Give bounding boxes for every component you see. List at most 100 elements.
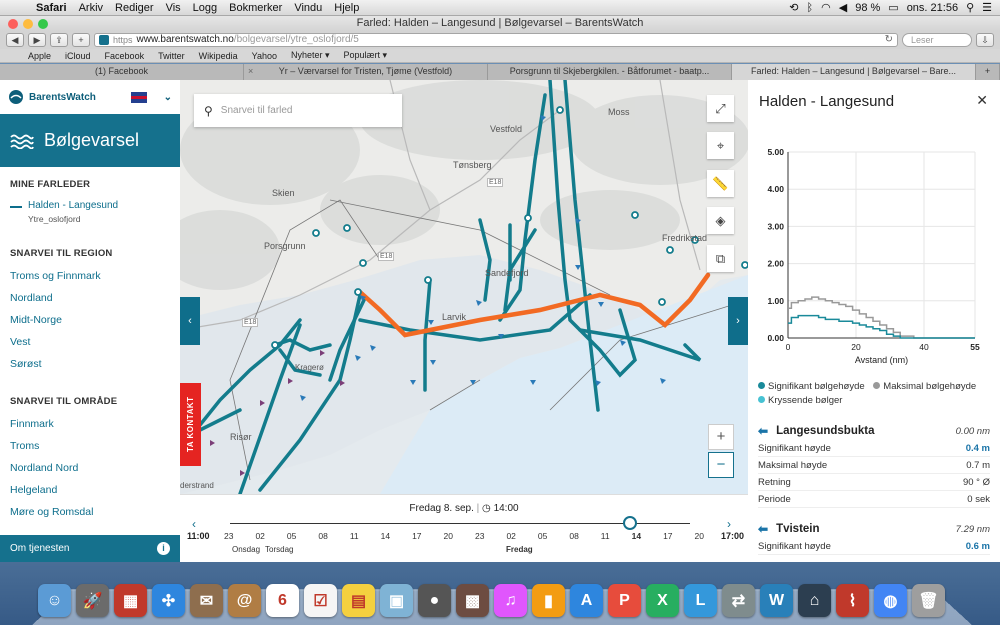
time-tick[interactable]: 11	[350, 531, 359, 541]
previous-time-button[interactable]: ‹	[192, 517, 196, 531]
region-link[interactable]: Sørøst	[0, 358, 180, 370]
wifi-icon[interactable]: ◠	[821, 1, 831, 14]
dock-calendar-icon[interactable]: 6	[266, 584, 299, 617]
map-canvas[interactable]	[180, 80, 748, 494]
dock-lync-icon[interactable]: L	[684, 584, 717, 617]
dock-photo-booth-icon[interactable]: ▦	[114, 584, 147, 617]
map-type-button[interactable]: ⧉	[707, 245, 734, 272]
area-link[interactable]: Troms	[0, 440, 180, 452]
area-link[interactable]: Helgeland	[0, 484, 180, 496]
menu-bokmerker[interactable]: Bokmerker	[223, 2, 288, 14]
time-tick[interactable]: 08	[569, 531, 578, 541]
dock-migration-icon[interactable]: ⇄	[722, 584, 755, 617]
dock-launchpad-icon[interactable]: 🚀	[76, 584, 109, 617]
time-tick[interactable]: 14	[632, 531, 641, 541]
time-tick[interactable]: 02	[506, 531, 515, 541]
bookmark-yahoo[interactable]: Yahoo	[252, 51, 277, 61]
uk-flag-icon[interactable]	[130, 91, 147, 103]
menu-logg[interactable]: Logg	[187, 2, 223, 14]
time-tick[interactable]: 23	[475, 531, 484, 541]
close-window-icon[interactable]	[8, 19, 18, 29]
minimize-window-icon[interactable]	[23, 19, 33, 29]
time-tick[interactable]: 05	[287, 531, 296, 541]
contact-button[interactable]: TA KONTAKT	[180, 383, 201, 466]
time-tick[interactable]: 17	[412, 531, 421, 541]
locate-button[interactable]: ⌖	[707, 132, 734, 159]
zoom-window-icon[interactable]	[38, 19, 48, 29]
dock-acrobat-icon[interactable]: ⌇	[836, 584, 869, 617]
region-link[interactable]: Troms og Finnmark	[0, 270, 180, 282]
time-tick[interactable]: 20	[444, 531, 453, 541]
time-tick[interactable]: 02	[255, 531, 264, 541]
fullscreen-button[interactable]: ⤢	[707, 95, 734, 122]
bookmark-wikipedia[interactable]: Wikipedia	[199, 51, 238, 61]
zoom-out-button[interactable]: −	[708, 452, 734, 478]
battery-icon[interactable]: ▭	[888, 1, 898, 14]
bookmark-populaert[interactable]: Populært ▾	[344, 50, 388, 61]
info-icon[interactable]: i	[157, 542, 170, 555]
bluetooth-icon[interactable]: ᛒ	[807, 2, 814, 14]
menu-vindu[interactable]: Vindu	[288, 2, 328, 14]
reload-icon[interactable]: ↻	[885, 34, 893, 46]
time-tick[interactable]: 05	[538, 531, 547, 541]
route-search-input[interactable]: ⚲ Snarvei til farled	[194, 94, 402, 127]
new-tab-button[interactable]: +	[72, 33, 90, 47]
region-link[interactable]: Midt-Norge	[0, 314, 180, 326]
collapse-left-panel-button[interactable]: ‹	[180, 297, 200, 345]
time-tick[interactable]: 23	[224, 531, 233, 541]
clock[interactable]: ons. 21:56	[907, 2, 958, 14]
next-time-button[interactable]: ›	[727, 517, 731, 531]
dock-ibooks-icon[interactable]: ▮	[532, 584, 565, 617]
tab-baatforum[interactable]: Porsgrunn til Skjebergkilen. - Båtforume…	[488, 64, 732, 80]
dock-app-store-icon[interactable]: A	[570, 584, 603, 617]
time-slider-handle[interactable]	[623, 516, 637, 530]
dock-preview-icon[interactable]: ▣	[380, 584, 413, 617]
favorite-route[interactable]: Halden - Langesund Ytre_oslofjord	[0, 200, 180, 224]
time-tick[interactable]: 08	[318, 531, 327, 541]
about-service-bar[interactable]: Om tjenesten i	[0, 535, 180, 562]
menu-hjelp[interactable]: Hjelp	[328, 2, 365, 14]
add-tab-button[interactable]: +	[976, 64, 1000, 80]
dock-photo-icon[interactable]: ▩	[456, 584, 489, 617]
dock-mail-icon[interactable]: ✉	[190, 584, 223, 617]
area-link[interactable]: Møre og Romsdal	[0, 506, 180, 518]
time-tick[interactable]: 14	[381, 531, 390, 541]
close-tab-icon[interactable]: ×	[248, 64, 253, 79]
dock-powerpoint-icon[interactable]: P	[608, 584, 641, 617]
time-tick[interactable]: 11	[601, 531, 610, 541]
dock-remote-desktop-icon[interactable]: ⌂	[798, 584, 831, 617]
brand-name[interactable]: BarentsWatch	[29, 92, 96, 103]
bookmark-facebook[interactable]: Facebook	[105, 51, 145, 61]
area-link[interactable]: Finnmark	[0, 418, 180, 430]
station-header[interactable]: ⬅ Langesundsbukta 0.00 nm	[758, 422, 990, 440]
dock-notes-icon[interactable]: ▤	[342, 584, 375, 617]
forward-button[interactable]: ▶	[28, 33, 46, 47]
time-machine-icon[interactable]: ⟲	[789, 1, 798, 14]
dock-itunes-icon[interactable]: ♫	[494, 584, 527, 617]
battery-status[interactable]: 98 %	[855, 2, 880, 14]
tab-barentswatch[interactable]: Farled: Halden – Langesund | Bølgevarsel…	[732, 64, 976, 80]
dock-contacts-icon[interactable]: @	[228, 584, 261, 617]
dock-safari-icon[interactable]: ✣	[152, 584, 185, 617]
menu-safari[interactable]: Safari	[30, 2, 73, 14]
tab-yr[interactable]: × Yr – Værvarsel for Tristen, Tjøme (Vest…	[244, 64, 488, 80]
spotlight-icon[interactable]: ⚲	[966, 1, 974, 14]
close-icon[interactable]: ✕	[976, 92, 988, 109]
menu-vis[interactable]: Vis	[160, 2, 187, 14]
map-view[interactable]: Vestfold Moss Tønsberg Skien Porsgrunn F…	[180, 80, 748, 494]
bookmark-apple[interactable]: Apple	[28, 51, 51, 61]
bookmark-twitter[interactable]: Twitter	[158, 51, 185, 61]
measure-button[interactable]: 📏	[707, 170, 734, 197]
area-link[interactable]: Nordland Nord	[0, 462, 180, 474]
collapse-right-panel-button[interactable]: ›	[728, 297, 748, 345]
time-tick[interactable]: 20	[695, 531, 704, 541]
region-link[interactable]: Nordland	[0, 292, 180, 304]
share-button[interactable]: ⇪	[50, 33, 68, 47]
notification-center-icon[interactable]: ☰	[982, 1, 992, 14]
bookmark-icloud[interactable]: iCloud	[65, 51, 91, 61]
dock-reminders-icon[interactable]: ☑	[304, 584, 337, 617]
tab-facebook[interactable]: (1) Facebook	[0, 64, 244, 80]
zoom-in-button[interactable]: +	[708, 424, 734, 450]
time-tick[interactable]: 17	[663, 531, 672, 541]
dock-finder-icon[interactable]: ☺	[38, 584, 71, 617]
